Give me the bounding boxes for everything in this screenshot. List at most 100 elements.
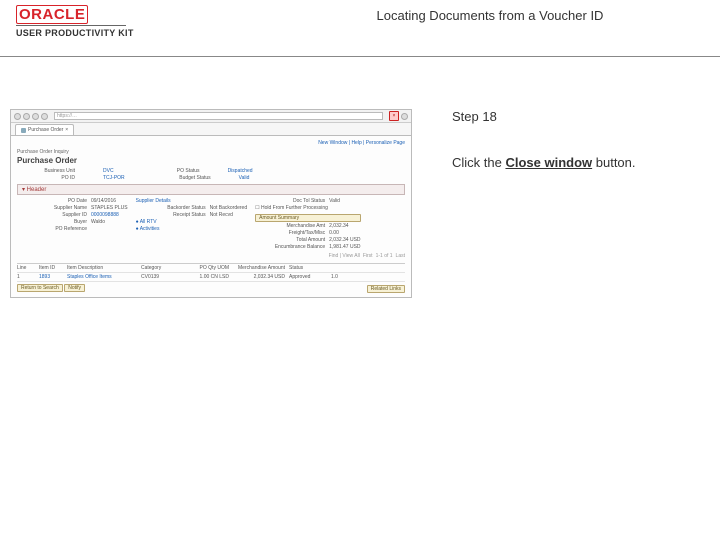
label-budget-status: Budget Status <box>153 175 211 181</box>
breadcrumb: Purchase Order Inquiry <box>17 149 405 155</box>
pager-range: 1-1 of 1 <box>376 253 393 259</box>
cell-item[interactable]: 1893 <box>39 274 63 280</box>
label-receipt: Receipt Status <box>136 212 206 218</box>
pager-find-link[interactable]: Find | View All <box>329 253 360 259</box>
col-amt: Merchandise Amount <box>233 265 285 271</box>
nav-home-icon[interactable] <box>41 113 48 120</box>
summary-row: Business Unit DVC PO Status Dispatched <box>17 168 405 174</box>
label-po-date: PO Date <box>17 198 87 204</box>
header-section-toggle[interactable]: ▾ Header <box>17 184 405 195</box>
cell-stat: Approved <box>289 274 327 280</box>
instruction-target: Close window <box>505 155 592 170</box>
cell-br: 1.0 <box>331 274 349 280</box>
value-buyer: Waldo <box>91 219 105 225</box>
label-po-status: PO Status <box>142 168 200 174</box>
link-all-rtv[interactable]: ● All RTV <box>136 219 157 225</box>
screenshot-pane: https://… × Purchase Order × New Window … <box>0 57 430 298</box>
header-col-right: Doc Tol Status Valid ☐ Hold From Further … <box>255 198 360 250</box>
browser-tabstrip: Purchase Order × <box>11 123 411 136</box>
value-merch-amt: 2,032.34 <box>329 223 348 229</box>
app-window: https://… × Purchase Order × New Window … <box>10 109 412 298</box>
browser-tab[interactable]: Purchase Order × <box>15 124 74 135</box>
address-bar[interactable]: https://… <box>54 112 383 120</box>
table-row: 1 1893 Staples Office Items CV0139 1.00 … <box>17 273 405 282</box>
grid-pager: Find | View All First 1-1 of 1 Last <box>17 253 405 259</box>
instruction-text: Click the Close window button. <box>452 154 706 172</box>
tab-favicon-icon <box>21 128 26 133</box>
instruction-tail: button. <box>592 155 635 170</box>
nav-back-icon[interactable] <box>14 113 21 120</box>
col-desc: Item Description <box>67 265 137 271</box>
pager-first[interactable]: First <box>363 253 373 259</box>
value-supplier-id[interactable]: 0000098888 <box>91 212 119 218</box>
cell-cat: CV0139 <box>141 274 175 280</box>
label-supplier-name: Supplier Name <box>17 205 87 211</box>
header-col-left: PO Date 09/14/2016 Supplier Name STAPLES P… <box>17 198 128 250</box>
page-header: ORACLE USER PRODUCTIVITY KIT Locating Do… <box>0 0 720 57</box>
cell-desc[interactable]: Staples Office Items <box>67 274 137 280</box>
col-cat: Category <box>141 265 175 271</box>
pager-last[interactable]: Last <box>396 253 405 259</box>
page-footer-buttons: Return to Search Notify Related Links <box>17 285 405 293</box>
close-window-button[interactable]: × <box>389 111 399 121</box>
instruction-lead: Click the <box>452 155 505 170</box>
related-links-button[interactable]: Related Links <box>367 285 405 293</box>
value-total-amt: 2,032.34 USD <box>329 237 360 243</box>
value-budget-status: Valid <box>239 175 250 181</box>
label-business-unit: Business Unit <box>17 168 75 174</box>
table-header-row: Line Item ID Item Description Category P… <box>17 264 405 273</box>
window-menu-icon[interactable] <box>401 113 408 120</box>
value-freight: 0.00 <box>329 230 339 236</box>
header-details-grid: PO Date 09/14/2016 Supplier Name STAPLES P… <box>17 198 405 250</box>
link-supplier-details[interactable]: Supplier Details <box>136 198 171 204</box>
value-receipt: Not Recvd <box>210 212 233 218</box>
value-supplier-name: STAPLES PLUS <box>91 205 128 211</box>
label-backorder: Backorder Status <box>136 205 206 211</box>
logo-divider <box>16 25 126 26</box>
nav-forward-icon[interactable] <box>23 113 30 120</box>
value-po-status: Dispatched <box>228 168 253 174</box>
value-encumbrance: 1,981.47 USD <box>329 244 360 250</box>
summary-row: PO ID TCJ-POR Budget Status Valid <box>17 175 405 181</box>
checkbox-hold-processing[interactable]: ☐ Hold From Further Processing <box>255 205 328 211</box>
product-subtitle: USER PRODUCTIVITY KIT <box>16 28 276 38</box>
page-heading: Purchase Order <box>17 156 405 165</box>
value-po-id: TCJ-POR <box>103 175 125 181</box>
tab-label: Purchase Order <box>28 127 63 133</box>
value-po-date: 09/14/2016 <box>91 198 116 204</box>
cell-amt: 2,032.34 USD <box>233 274 285 280</box>
app-content: New Window | Help | Personalize Page Pur… <box>11 136 411 297</box>
link-activities[interactable]: ● Activities <box>136 226 160 232</box>
value-doc-tol: Valid <box>329 198 340 204</box>
notify-button[interactable]: Notify <box>64 284 85 292</box>
page-title: Locating Documents from a Voucher ID <box>276 6 704 23</box>
browser-toolbar: https://… × <box>11 110 411 123</box>
window-utility-links[interactable]: New Window | Help | Personalize Page <box>17 140 405 146</box>
label-supplier-id: Supplier ID <box>17 212 87 218</box>
cell-uom: 1.00 CN LSD <box>179 274 229 280</box>
label-merch-amt: Merchandise Amt <box>255 223 325 229</box>
label-freight: Freight/Tax/Misc <box>255 230 325 236</box>
label-total-amt: Total Amount <box>255 237 325 243</box>
brand-block: ORACLE USER PRODUCTIVITY KIT <box>16 6 276 38</box>
label-po-ref: PO Reference <box>17 226 87 232</box>
oracle-logo: ORACLE <box>16 6 276 23</box>
tab-close-icon[interactable]: × <box>65 127 68 133</box>
col-line: Line <box>17 265 35 271</box>
col-uom: PO Qty UOM <box>179 265 229 271</box>
return-to-search-button[interactable]: Return to Search <box>17 284 63 292</box>
nav-refresh-icon[interactable] <box>32 113 39 120</box>
value-backorder: Not Backordered <box>210 205 248 211</box>
value-business-unit: DVC <box>103 168 114 174</box>
label-buyer: Buyer <box>17 219 87 225</box>
label-encumbrance: Encumbrance Balance <box>255 244 325 250</box>
step-number: Step 18 <box>452 109 706 124</box>
col-item: Item ID <box>39 265 63 271</box>
header-col-mid: Supplier Details Backorder Status Not Bac… <box>136 198 248 250</box>
instruction-pane: Step 18 Click the Close window button. <box>430 57 720 298</box>
label-doc-tol: Doc Tol Status <box>255 198 325 204</box>
col-stat: Status <box>289 265 327 271</box>
label-po-id: PO ID <box>17 175 75 181</box>
lines-table: Line Item ID Item Description Category P… <box>17 263 405 282</box>
amount-summary-button[interactable]: Amount Summary <box>255 214 360 222</box>
